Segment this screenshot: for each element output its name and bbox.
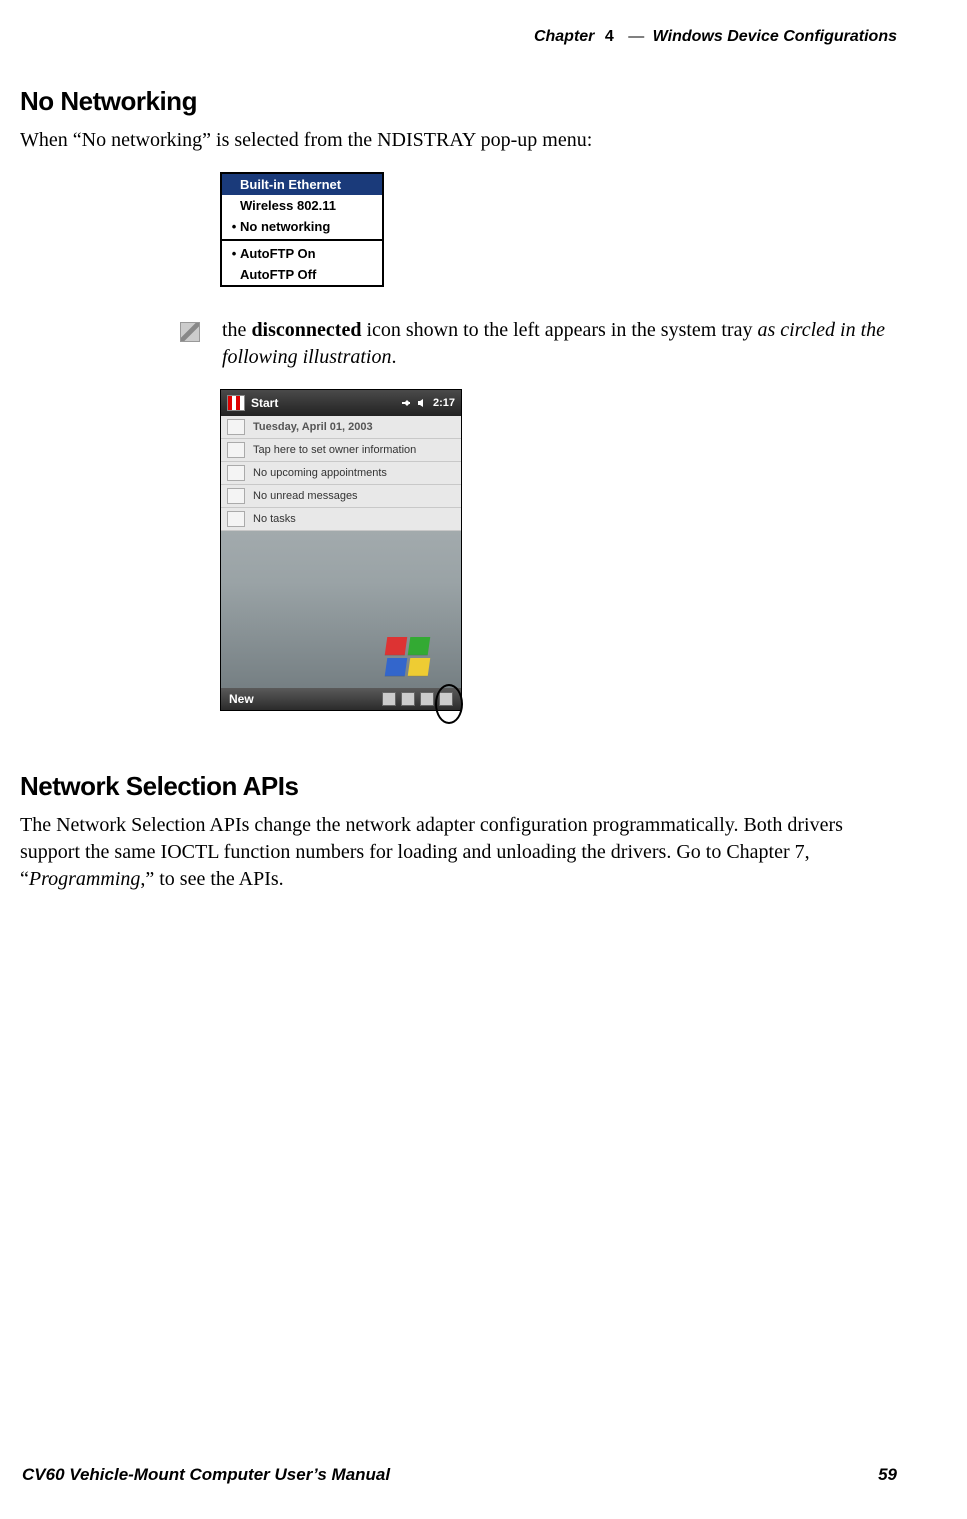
text: the	[222, 319, 251, 341]
header-separator: —	[624, 28, 648, 45]
text: icon shown to the left appears in the sy…	[361, 319, 757, 341]
today-row-date[interactable]: Tuesday, April 01, 2003	[221, 416, 461, 439]
section-heading-network-apis: Network Selection APIs	[20, 771, 897, 802]
text-bold: disconnected	[251, 319, 361, 341]
text: ,” to see the APIs.	[140, 868, 283, 890]
menu-item-wireless[interactable]: Wireless 802.11	[222, 195, 382, 216]
footer-page-number: 59	[878, 1465, 897, 1485]
intro-paragraph: When “No networking” is selected from th…	[20, 127, 897, 154]
pocketpc-screenshot: Start 2:17 Tuesday, April 01, 2003 Tap h…	[220, 389, 462, 711]
row-text: No upcoming appointments	[253, 467, 387, 479]
page-footer: CV60 Vehicle-Mount Computer User’s Manua…	[0, 1465, 967, 1485]
menu-label: AutoFTP On	[240, 246, 316, 261]
text: .	[391, 346, 396, 368]
menu-label: AutoFTP Off	[240, 267, 316, 282]
today-row-tasks[interactable]: No tasks	[221, 508, 461, 531]
ndistray-popup-menu: Built-in Ethernet Wireless 802.11 • No n…	[220, 172, 384, 287]
today-panel: Tuesday, April 01, 2003 Tap here to set …	[221, 416, 461, 531]
row-text: No tasks	[253, 513, 296, 525]
chapter-title: Windows Device Configurations	[653, 28, 897, 45]
start-label[interactable]: Start	[251, 396, 278, 410]
disconnected-icon	[180, 322, 200, 342]
pda-wallpaper	[221, 531, 461, 698]
today-row-inbox[interactable]: No unread messages	[221, 485, 461, 508]
pda-title-bar: Start 2:17	[221, 390, 461, 416]
tray-icon[interactable]	[401, 692, 415, 706]
menu-item-autoftp-off[interactable]: AutoFTP Off	[222, 264, 382, 285]
pda-bottom-bar: New	[221, 688, 461, 710]
chapter-number: 4	[599, 28, 620, 45]
row-text: Tuesday, April 01, 2003	[253, 421, 373, 433]
menu-label: Wireless 802.11	[240, 198, 336, 213]
api-paragraph: The Network Selection APIs change the ne…	[20, 812, 897, 893]
tray-icon[interactable]	[382, 692, 396, 706]
today-row-owner[interactable]: Tap here to set owner information	[221, 439, 461, 462]
callout-circle	[435, 684, 463, 724]
clock[interactable]: 2:17	[433, 397, 455, 409]
bullet-icon: •	[228, 246, 240, 261]
menu-label: No networking	[240, 219, 330, 234]
row-text: Tap here to set owner information	[253, 444, 416, 456]
tray-icon[interactable]	[420, 692, 434, 706]
menu-item-builtin-ethernet[interactable]: Built-in Ethernet	[222, 174, 382, 195]
section-heading-no-networking: No Networking	[20, 86, 897, 117]
menu-item-autoftp-on[interactable]: • AutoFTP On	[222, 243, 382, 264]
owner-icon	[227, 442, 245, 458]
inbox-icon	[227, 488, 245, 504]
tasks-icon	[227, 511, 245, 527]
volume-icon[interactable]	[417, 398, 427, 408]
footer-manual-title: CV60 Vehicle-Mount Computer User’s Manua…	[22, 1465, 390, 1485]
today-row-calendar[interactable]: No upcoming appointments	[221, 462, 461, 485]
menu-divider	[222, 239, 382, 241]
calendar-icon	[227, 465, 245, 481]
windows-flag-icon[interactable]	[227, 395, 245, 411]
menu-label: Built-in Ethernet	[240, 177, 341, 192]
row-text: No unread messages	[253, 490, 358, 502]
running-header: Chapter 4 — Windows Device Configuration…	[0, 0, 967, 46]
chapter-word: Chapter	[534, 28, 594, 45]
disconnected-icon-paragraph: the disconnected icon shown to the left …	[180, 317, 897, 371]
new-button[interactable]: New	[229, 692, 254, 706]
windows-logo-icon	[385, 636, 433, 680]
bullet-icon: •	[228, 219, 240, 234]
text-italic: Programming	[29, 868, 140, 890]
menu-item-no-networking[interactable]: • No networking	[222, 216, 382, 237]
clock-icon	[227, 419, 245, 435]
connection-icon[interactable]	[401, 398, 411, 408]
